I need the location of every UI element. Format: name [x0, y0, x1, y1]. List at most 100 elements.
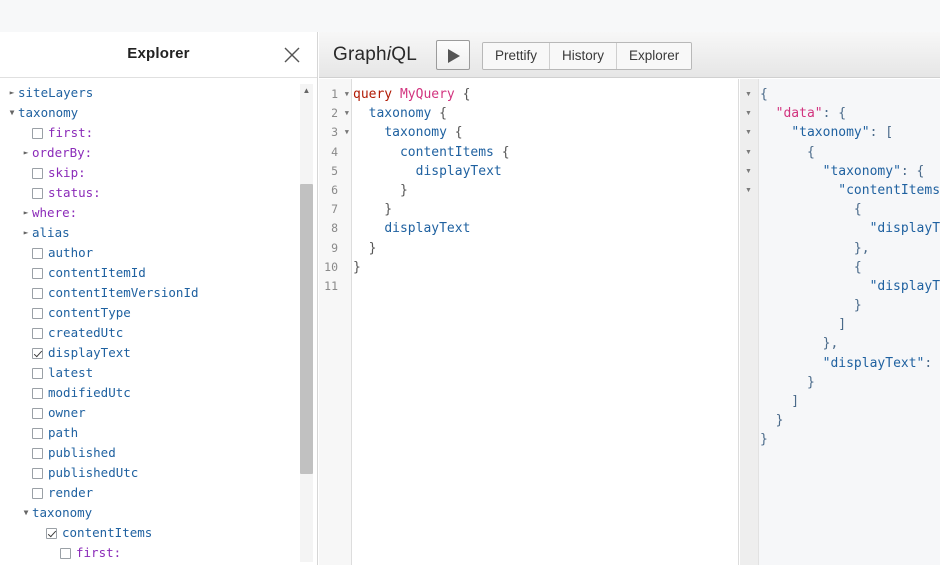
explorer-tree-item[interactable]: ► alias — [0, 223, 317, 243]
field-checkbox[interactable] — [32, 447, 43, 459]
field-checkbox[interactable] — [32, 127, 43, 139]
field-checkbox[interactable] — [32, 187, 43, 199]
query-editor-code[interactable]: query MyQuery { taxonomy { taxonomy { co… — [353, 79, 738, 565]
result-fold-toggle-icon[interactable]: ▼ — [745, 123, 752, 142]
chevron-right-icon[interactable]: ► — [20, 143, 32, 163]
explorer-tree-item[interactable]: ►latest — [0, 363, 317, 383]
field-checkbox[interactable] — [32, 427, 43, 439]
result-token: "contentItems" — [838, 182, 940, 198]
explorer-tree-item[interactable]: ▼ taxonomy — [0, 503, 317, 523]
explorer-scrollbar-thumb[interactable] — [300, 184, 313, 474]
code-line: displayText — [353, 219, 738, 238]
explorer-tree-item[interactable]: ►contentItems — [0, 523, 317, 543]
chevron-right-icon[interactable]: ► — [6, 83, 18, 103]
field-checkbox[interactable] — [32, 327, 43, 339]
explorer-tree-item[interactable]: ► where: — [0, 203, 317, 223]
field-checkbox[interactable] — [32, 167, 43, 179]
field-checkbox[interactable] — [46, 527, 57, 539]
toolbar-button-group: Prettify History Explorer — [482, 42, 693, 70]
toolbar-button-explorer[interactable]: Explorer — [617, 43, 692, 69]
explorer-scrollbar[interactable]: ▲ — [300, 84, 313, 562]
explorer-item-label: alias — [32, 225, 70, 240]
play-icon — [448, 49, 460, 63]
result-line: "displayText — [760, 219, 940, 238]
code-line: } — [353, 200, 738, 219]
result-pane[interactable]: ▼ ▼ ▼ ▼ ▼ ▼ { "data": { "taxonomy": [ { "taxo… — [740, 79, 940, 565]
code-token: MyQuery — [399, 87, 455, 102]
toolbar-button-prettify[interactable]: Prettify — [483, 43, 551, 69]
code-line: taxonomy { — [353, 123, 738, 142]
result-token: { — [760, 259, 862, 275]
explorer-tree-item[interactable]: ►createdUtc — [0, 323, 317, 343]
toolbar-button-history[interactable]: History — [550, 43, 618, 69]
explorer-tree-item[interactable]: ▼ taxonomy — [0, 103, 317, 123]
line-number: 7 — [331, 202, 338, 217]
result-gutter[interactable]: ▼ ▼ ▼ ▼ ▼ ▼ — [740, 79, 759, 565]
field-checkbox[interactable] — [32, 407, 43, 419]
chevron-down-icon[interactable]: ▼ — [6, 103, 18, 123]
result-token — [760, 164, 823, 179]
close-icon[interactable] — [281, 44, 303, 66]
result-fold-toggle-icon[interactable]: ▼ — [745, 181, 752, 200]
explorer-tree-item[interactable]: ►owner — [0, 403, 317, 423]
explorer-item-label: taxonomy — [32, 505, 93, 520]
field-checkbox[interactable] — [32, 347, 43, 359]
explorer-tree-item[interactable]: ►publishedUtc — [0, 463, 317, 483]
editor-gutter[interactable]: 1 ▼ 2 ▼ 3 ▼ 4 5 6 7 8 9 10 11 — [319, 79, 352, 565]
fold-toggle-icon[interactable]: ▼ — [345, 123, 349, 142]
field-checkbox[interactable] — [32, 287, 43, 299]
result-token: }, — [760, 336, 839, 352]
result-token: "displayText" — [822, 355, 925, 371]
explorer-tree-item[interactable]: ►contentItemId — [0, 263, 317, 283]
explorer-item-label: orderBy: — [32, 145, 93, 160]
code-line: } — [353, 239, 738, 258]
explorer-tree-item[interactable]: ►render — [0, 483, 317, 503]
field-checkbox[interactable] — [32, 467, 43, 479]
chevron-down-icon[interactable]: ▼ — [20, 503, 32, 523]
result-token: "taxonomy" — [791, 125, 870, 141]
explorer-tree-item[interactable]: ►path — [0, 423, 317, 443]
chevron-right-icon[interactable]: ► — [20, 223, 32, 243]
field-checkbox[interactable] — [32, 267, 43, 279]
query-editor-pane[interactable]: 1 ▼ 2 ▼ 3 ▼ 4 5 6 7 8 9 10 11 query MyQuery { taxonom… — [319, 79, 739, 565]
explorer-tree-item[interactable]: ►modifiedUtc — [0, 383, 317, 403]
explorer-tree-item[interactable]: ►author — [0, 243, 317, 263]
result-json[interactable]: { "data": { "taxonomy": [ { "taxonomy": … — [760, 79, 940, 565]
explorer-tree-item[interactable]: ►published — [0, 443, 317, 463]
field-checkbox[interactable] — [32, 367, 43, 379]
explorer-tree-item[interactable]: ►first: — [0, 543, 317, 563]
explorer-tree-item[interactable]: ►displayText — [0, 343, 317, 363]
explorer-item-label: render — [48, 485, 94, 500]
chevron-right-icon[interactable]: ► — [20, 203, 32, 223]
fold-toggle-icon[interactable]: ▼ — [345, 85, 349, 104]
editor-result-split: 1 ▼ 2 ▼ 3 ▼ 4 5 6 7 8 9 10 11 query MyQuery { taxonom… — [319, 79, 940, 565]
explorer-tree-item[interactable]: ► siteLayers — [0, 83, 317, 103]
result-fold-toggle-icon[interactable]: ▼ — [745, 104, 752, 123]
explorer-tree-item[interactable]: ►contentType — [0, 303, 317, 323]
field-checkbox[interactable] — [32, 387, 43, 399]
result-line: ] — [760, 392, 940, 411]
explorer-item-label: contentType — [48, 305, 131, 320]
result-fold-toggle-icon[interactable]: ▼ — [745, 85, 752, 104]
execute-query-button[interactable] — [436, 40, 470, 70]
explorer-tree-item[interactable]: ► orderBy: — [0, 143, 317, 163]
field-checkbox[interactable] — [32, 247, 43, 259]
explorer-tree-item[interactable]: ►contentItemVersionId — [0, 283, 317, 303]
result-fold-toggle-icon[interactable]: ▼ — [745, 143, 752, 162]
explorer-tree-item[interactable]: ►status: — [0, 183, 317, 203]
field-checkbox[interactable] — [32, 307, 43, 319]
code-token: } — [353, 240, 377, 256]
result-token: } — [760, 432, 768, 448]
explorer-item-label: first: — [76, 545, 122, 560]
explorer-tree[interactable]: ►siteLayers▼taxonomy►first:►orderBy:►ski… — [0, 79, 317, 565]
explorer-tree-item[interactable]: ►skip: — [0, 163, 317, 183]
scroll-up-icon[interactable]: ▲ — [301, 85, 312, 96]
field-checkbox[interactable] — [60, 547, 71, 559]
line-number: 1 ▼ — [319, 85, 351, 104]
fold-toggle-icon[interactable]: ▼ — [345, 104, 349, 123]
result-line: ] — [760, 315, 940, 334]
explorer-tree-item[interactable]: ►first: — [0, 123, 317, 143]
field-checkbox[interactable] — [32, 487, 43, 499]
result-fold-toggle-icon[interactable]: ▼ — [745, 162, 752, 181]
